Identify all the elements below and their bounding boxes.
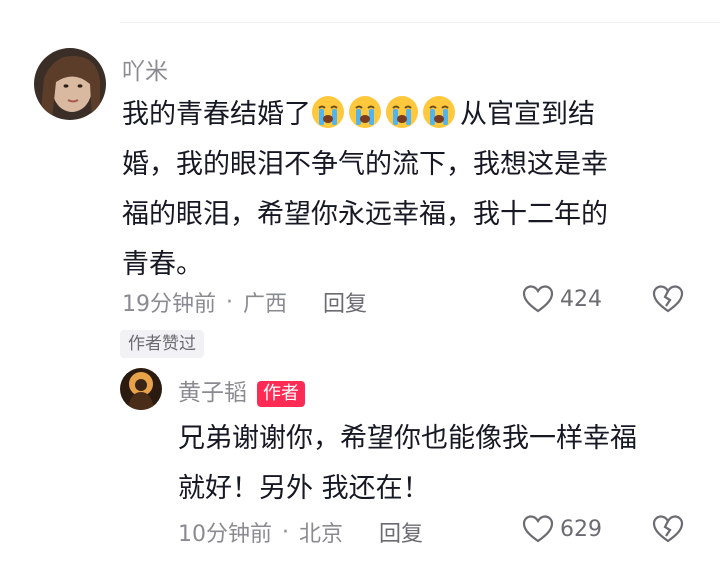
comment-text-part1: 我的青春结婚了 [122,99,311,130]
comment-like-count: 424 [560,286,602,312]
meta-separator: · [282,519,289,545]
reply-like-count: 629 [560,516,602,542]
loudly-crying-face-icon [312,96,344,128]
reply-author-username[interactable]: 黄子韬 [178,380,247,406]
reply-button[interactable]: 回复 [323,286,367,318]
reply-text-line-2: 就好！另外 我还在！ [178,473,430,504]
comment-text: 我的青春结婚了 从官宣到结 婚，我的眼泪不争气的流下，我想这是幸 福的眼泪，希望你… [122,90,702,290]
reply-like-button[interactable]: 629 [522,514,602,544]
reply-time: 10分钟前 [178,522,272,547]
comment-dislike-button[interactable] [652,284,684,318]
reply-dislike-button[interactable] [652,514,684,548]
commenter-username[interactable]: 吖米 [122,52,168,86]
heart-outline-icon [522,515,554,543]
reply-author-name-row: 黄子韬 作者 [178,373,305,407]
broken-heart-icon [652,515,684,543]
comment-text-line-1: 我的青春结婚了 从官宣到结 [122,90,702,140]
reply-text-line-1: 兄弟谢谢你，希望你也能像我一样幸福 [178,423,637,454]
loudly-crying-face-icon [386,96,418,128]
comment-meta: 19分钟前 · 广西 回复 [122,286,367,318]
top-divider [120,22,720,23]
comment-like-button[interactable]: 424 [522,284,602,314]
loudly-crying-face-icon [423,96,455,128]
comment-text-line-1-rest: 从官宣到结 [460,99,595,130]
meta-separator: · [226,289,233,315]
comment-text-line-4: 青春。 [122,249,203,280]
heart-outline-icon [522,285,554,313]
commenter-avatar[interactable] [34,48,106,120]
reply-reply-button[interactable]: 回复 [379,516,423,548]
broken-heart-icon [652,285,684,313]
reply-meta: 10分钟前 · 北京 回复 [178,516,423,548]
comment-text-line-2: 婚，我的眼泪不争气的流下，我想这是幸 [122,149,608,180]
reply-location: 北京 [299,522,344,547]
crying-emoji-group [311,96,460,130]
author-liked-badge: 作者赞过 [120,330,204,358]
comment-time: 19分钟前 [122,292,216,317]
reply-text: 兄弟谢谢你，希望你也能像我一样幸福 就好！另外 我还在！ [178,414,708,514]
loudly-crying-face-icon [349,96,381,128]
comment-text-line-3: 福的眼泪，希望你永远幸福，我十二年的 [122,199,608,230]
comment-location: 广西 [243,292,288,317]
author-tag: 作者 [257,380,305,407]
reply-author-avatar[interactable] [120,368,162,410]
